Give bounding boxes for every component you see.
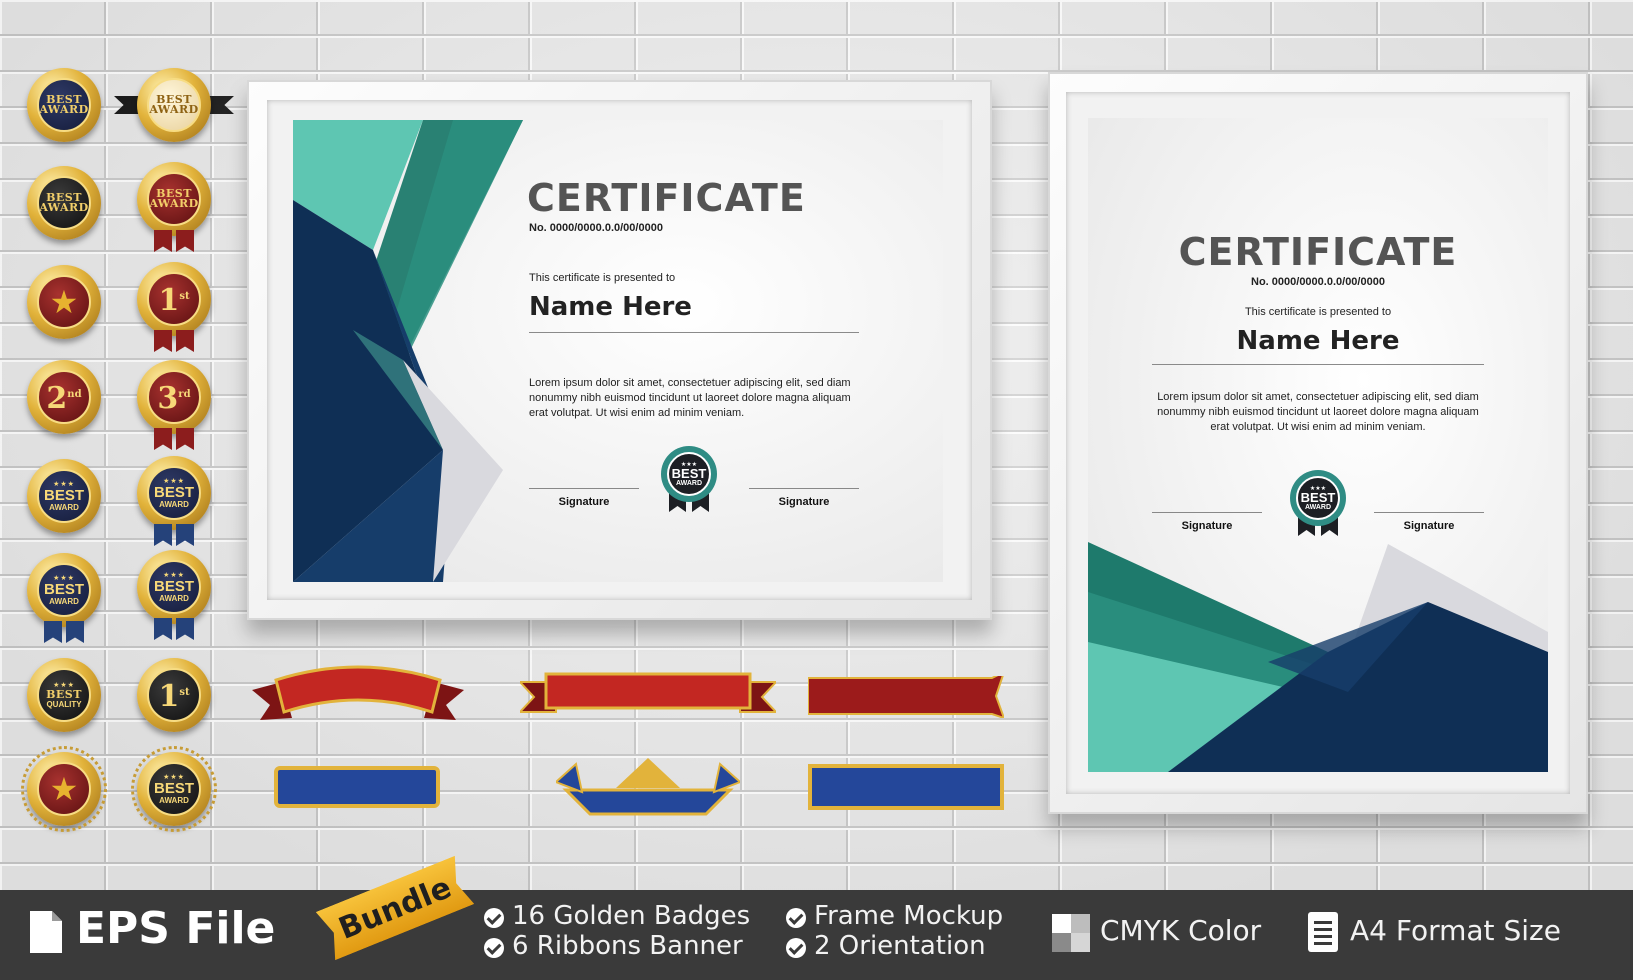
badge-suffix: rd — [178, 389, 191, 400]
ribbon-banner-blue-flat — [274, 766, 440, 808]
feature-orientation: 2 Orientation — [814, 931, 986, 961]
feature-frame-mockup: Frame Mockup — [814, 901, 1004, 931]
format-size-label: A4 Format Size — [1350, 914, 1561, 947]
check-icon — [786, 938, 806, 958]
badge-best-award-blue-ribbon: ★★★ BEST AWARD — [27, 553, 101, 627]
seal-line1: BEST — [671, 465, 707, 481]
signature-line-left — [1152, 512, 1262, 513]
cmyk-swatch-icon — [1052, 914, 1090, 952]
badge-line2: AWARD — [49, 502, 79, 512]
seal-line2: AWARD — [1304, 503, 1332, 511]
name-underline — [1152, 364, 1484, 365]
badge-number: 1 — [158, 679, 180, 714]
badge-line2: AWARD — [149, 103, 199, 116]
file-icon — [30, 911, 62, 953]
check-icon — [786, 908, 806, 928]
feature-golden-badges: 16 Golden Badges — [512, 901, 751, 931]
certificate-decoration — [293, 120, 523, 582]
badge-line2: AWARD — [159, 593, 189, 603]
ribbon-banner-red-curved — [252, 665, 464, 720]
signature-label-left: Signature — [558, 496, 610, 508]
ribbon-banner-blue-boat — [556, 758, 740, 816]
signature-line-right — [1374, 512, 1484, 513]
badge-line2: AWARD — [49, 596, 79, 606]
certificate-landscape: CERTIFICATE No. 0000/0000.0.0/00/0000 Th… — [293, 120, 943, 582]
badge-best-award-stars-ribbon: ★★★ BEST AWARD — [137, 456, 211, 530]
badge-line1: BEST — [43, 486, 84, 504]
badge-star: ★ — [27, 265, 101, 339]
badge-line2: QUALITY — [46, 699, 82, 709]
frame-portrait: CERTIFICATE No. 0000/0000.0.0/00/0000 Th… — [1048, 72, 1588, 814]
star-icon: ★ — [49, 284, 79, 320]
award-seal: ★★★ BEST AWARD — [661, 446, 717, 502]
certificate-decoration — [1088, 542, 1548, 772]
badge-suffix: st — [179, 687, 190, 698]
cmyk-color-label: CMYK Color — [1100, 914, 1262, 947]
signature-label-right: Signature — [778, 496, 830, 508]
badge-number: 2 — [46, 381, 68, 416]
badge-suffix: st — [179, 291, 190, 302]
certificate-portrait: CERTIFICATE No. 0000/0000.0.0/00/0000 Th… — [1088, 118, 1548, 772]
signature-line-right — [749, 488, 859, 489]
check-icon — [484, 938, 504, 958]
signature-line-left — [529, 488, 639, 489]
badge-second-place: 2nd — [27, 360, 101, 434]
badge-best-award-laurel: ★★★ BEST AWARD — [131, 746, 217, 832]
certificate-body-text: Lorem ipsum dolor sit amet, consectetuer… — [529, 377, 851, 419]
badge-number: 1 — [158, 283, 180, 318]
certificate-body-text: Lorem ipsum dolor sit amet, consectetuer… — [1157, 391, 1479, 433]
badge-first-place: 1st — [137, 262, 211, 336]
file-type-label: EPS File — [76, 903, 276, 954]
seal-line1: BEST — [1300, 489, 1336, 505]
certificate-title: CERTIFICATE — [1178, 230, 1458, 274]
badge-best-award-navy: BEST AWARD — [27, 68, 101, 142]
frame-landscape: CERTIFICATE No. 0000/0000.0.0/00/0000 Th… — [247, 80, 992, 620]
badge-first-place-black: 1st — [137, 658, 211, 732]
badge-line2: AWARD — [149, 197, 199, 210]
certificate-number: No. 0000/0000.0.0/00/0000 — [1251, 276, 1385, 288]
badge-best-quality: ★★★ BEST QUALITY — [27, 658, 101, 732]
badge-line2: AWARD — [39, 201, 89, 214]
seal-line2: AWARD — [675, 479, 703, 487]
check-icon — [484, 908, 504, 928]
badge-line2: AWARD — [159, 499, 189, 509]
badge-line1: BEST — [43, 580, 84, 598]
laurel-icon — [131, 746, 217, 832]
badge-line1: BEST — [153, 483, 194, 501]
badge-number: 3 — [157, 381, 179, 416]
badge-line2: AWARD — [39, 103, 89, 116]
badge-line1: BEST — [46, 687, 82, 701]
ribbon-banner-blue-wide — [808, 764, 1004, 810]
laurel-icon — [21, 746, 107, 832]
badge-third-place: 3rd — [137, 360, 211, 434]
badge-best-award-black: BEST AWARD — [27, 166, 101, 240]
badge-line1: BEST — [153, 577, 194, 595]
certificate-recipient-name: Name Here — [1236, 326, 1400, 356]
badge-best-award-red: BEST AWARD — [137, 162, 211, 236]
certificate-recipient-name: Name Here — [529, 292, 692, 322]
feature-ribbons-banner: 6 Ribbons Banner — [512, 931, 743, 961]
document-icon — [1308, 912, 1338, 952]
name-underline — [529, 332, 859, 333]
badge-best-award-stars: ★★★ BEST AWARD — [27, 459, 101, 533]
signature-label-left: Signature — [1181, 520, 1233, 532]
signature-label-right: Signature — [1403, 520, 1455, 532]
ribbon-banner-red-flat — [520, 672, 776, 713]
badge-best-award-cream: BEST AWARD — [114, 68, 234, 142]
badge-star-laurel: ★ — [21, 746, 107, 832]
ribbon-banner-red-tag — [808, 676, 1004, 718]
certificate-presented-text: This certificate is presented to — [529, 272, 676, 284]
certificate-presented-text: This certificate is presented to — [1244, 306, 1392, 318]
badge-suffix: nd — [67, 389, 82, 400]
certificate-number: No. 0000/0000.0.0/00/0000 — [529, 222, 663, 234]
badge-best-award-blue-ribbon-2: ★★★ BEST AWARD — [137, 550, 211, 624]
certificate-title: CERTIFICATE — [527, 176, 806, 220]
award-seal: ★★★ BEST AWARD — [1290, 470, 1346, 526]
